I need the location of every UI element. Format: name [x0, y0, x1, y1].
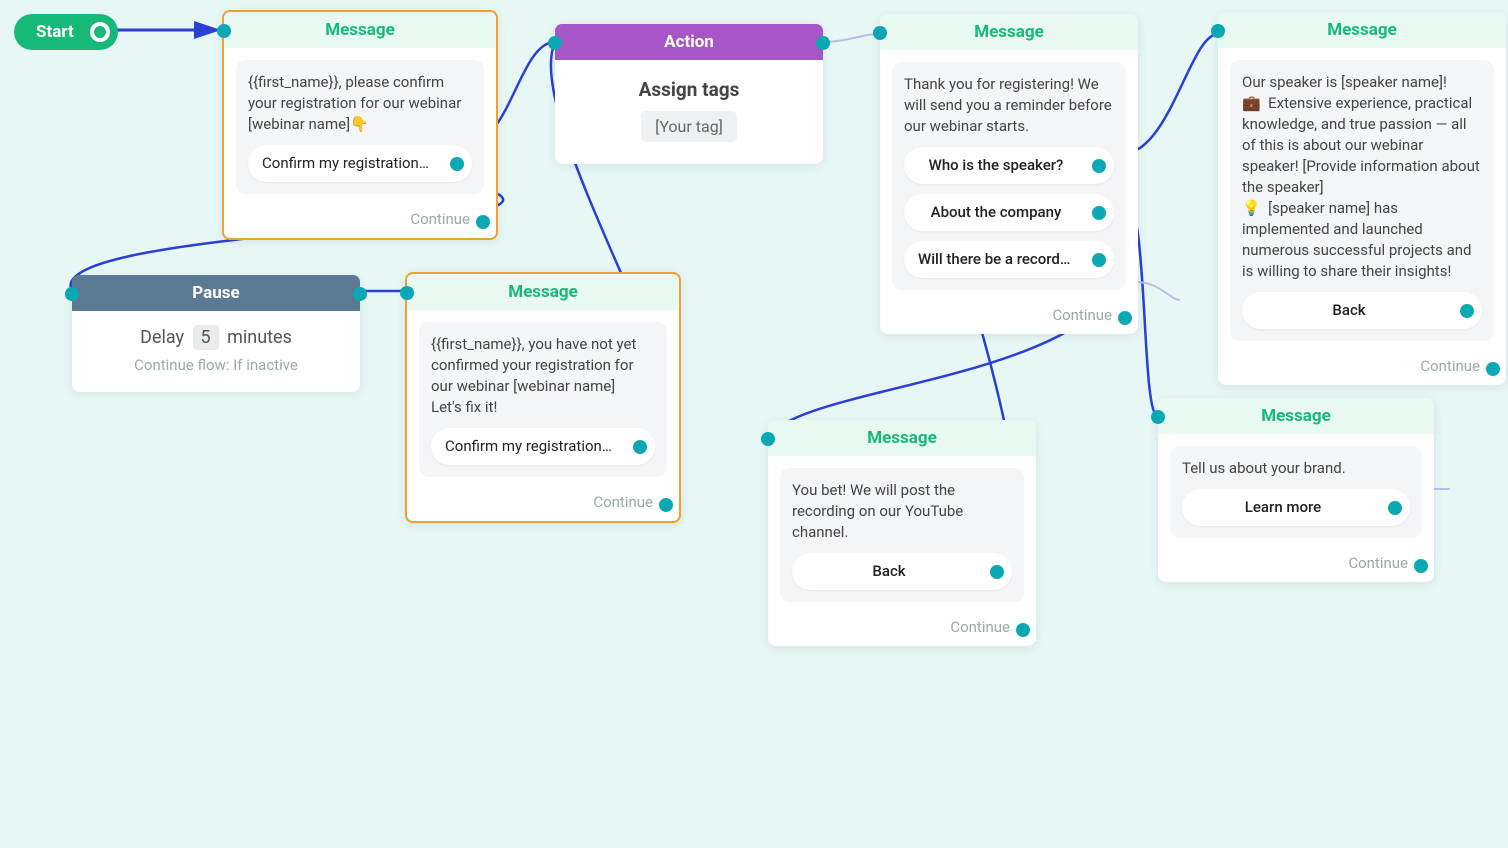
continue-label: Continue [1420, 357, 1480, 375]
pause-value: 5 [193, 325, 219, 350]
output-port[interactable] [476, 215, 490, 229]
continue-label: Continue [1348, 554, 1408, 572]
input-port[interactable] [761, 432, 775, 446]
button-label: Confirm my registration ... [262, 154, 434, 172]
node-header: Message [224, 12, 496, 48]
quick-reply-recording[interactable]: Will there be a recording? [904, 241, 1114, 278]
pause-condition: Continue flow: If inactive [84, 356, 348, 374]
continue-label: Continue [950, 618, 1010, 636]
start-node[interactable]: Start [14, 14, 118, 50]
button-label: About the company [931, 203, 1062, 221]
output-port[interactable] [1092, 253, 1106, 267]
message-text: {{first_name}}, please confirm your regi… [248, 72, 472, 135]
continue-label: Continue [593, 493, 653, 511]
flow-canvas[interactable]: { "start": { "label": "Start" }, "node1"… [0, 0, 1508, 848]
message-text: Our speaker is [speaker name]! 💼 Extensi… [1242, 72, 1482, 282]
message-bubble: You bet! We will post the recording on o… [780, 468, 1024, 602]
output-port[interactable] [1388, 501, 1402, 515]
message-text: {{first_name}}, you have not yet confirm… [431, 334, 655, 418]
quick-reply-confirm[interactable]: Confirm my registration ... [431, 428, 655, 465]
node-header: Message [407, 274, 679, 310]
quick-reply-company[interactable]: About the company [904, 194, 1114, 231]
action-title: Assign tags [567, 78, 811, 101]
message-bubble: {{first_name}}, you have not yet confirm… [419, 322, 667, 477]
message-node-thankyou[interactable]: Message Thank you for registering! We wi… [880, 14, 1138, 334]
button-label: Learn more [1245, 498, 1321, 516]
continue-link[interactable]: Continue [1218, 353, 1506, 385]
output-port[interactable] [633, 440, 647, 454]
continue-link[interactable]: Continue [880, 302, 1138, 334]
button-label: Back [1332, 301, 1365, 319]
output-port[interactable] [1486, 362, 1500, 376]
quick-reply-learn-more[interactable]: Learn more [1182, 489, 1410, 526]
message-node-reminder[interactable]: Message {{first_name}}, you have not yet… [405, 272, 681, 523]
start-label: Start [36, 22, 74, 42]
node-header: Message [1158, 398, 1434, 434]
output-port[interactable] [1414, 559, 1428, 573]
pause-delay-word: Delay [140, 327, 184, 348]
message-bubble: Tell us about your brand. Learn more [1170, 446, 1422, 538]
message-bubble: Our speaker is [speaker name]! 💼 Extensi… [1230, 60, 1494, 341]
input-port[interactable] [1211, 24, 1225, 38]
action-node-assign-tags[interactable]: Action Assign tags [Your tag] [555, 24, 823, 164]
output-port[interactable] [990, 565, 1004, 579]
input-port[interactable] [873, 26, 887, 40]
pause-delay: Delay 5 minutes [84, 325, 348, 350]
continue-label: Continue [410, 210, 470, 228]
output-port[interactable] [1118, 311, 1132, 325]
node-header: Action [555, 24, 823, 60]
node-header: Message [880, 14, 1138, 50]
button-label: Who is the speaker? [929, 156, 1064, 174]
action-tag: [Your tag] [641, 111, 737, 142]
message-node-confirm[interactable]: Message {{first_name}}, please confirm y… [222, 10, 498, 240]
start-output-port[interactable] [90, 22, 110, 42]
quick-reply-speaker[interactable]: Who is the speaker? [904, 147, 1114, 184]
output-port[interactable] [1092, 206, 1106, 220]
output-port[interactable] [1460, 304, 1474, 318]
message-text: You bet! We will post the recording on o… [792, 480, 1012, 543]
output-port[interactable] [659, 498, 673, 512]
continue-link[interactable]: Continue [224, 206, 496, 238]
button-label: Will there be a recording? [918, 250, 1088, 268]
message-text: Tell us about your brand. [1182, 458, 1410, 479]
pause-node[interactable]: Pause Delay 5 minutes Continue flow: If … [72, 275, 360, 392]
output-port[interactable] [1016, 623, 1030, 637]
node-header: Message [1218, 12, 1506, 48]
message-node-speaker[interactable]: Message Our speaker is [speaker name]! 💼… [1218, 12, 1506, 385]
input-port[interactable] [217, 24, 231, 38]
input-port[interactable] [400, 286, 414, 300]
input-port[interactable] [548, 36, 562, 50]
message-text: Thank you for registering! We will send … [904, 74, 1114, 137]
input-port[interactable] [65, 287, 79, 301]
continue-link[interactable]: Continue [768, 614, 1036, 646]
quick-reply-back[interactable]: Back [792, 553, 1012, 590]
message-node-brand[interactable]: Message Tell us about your brand. Learn … [1158, 398, 1434, 582]
node-header: Message [768, 420, 1036, 456]
quick-reply-button[interactable]: Confirm my registration ... [248, 145, 472, 182]
input-port[interactable] [1151, 410, 1165, 424]
button-label: Confirm my registration ... [445, 437, 617, 455]
output-port[interactable] [353, 287, 367, 301]
continue-label: Continue [1052, 306, 1112, 324]
output-port[interactable] [450, 157, 464, 171]
node-header: Pause [72, 275, 360, 311]
message-bubble: {{first_name}}, please confirm your regi… [236, 60, 484, 194]
message-node-recording[interactable]: Message You bet! We will post the record… [768, 420, 1036, 646]
button-label: Back [872, 562, 905, 580]
output-port[interactable] [1092, 159, 1106, 173]
message-bubble: Thank you for registering! We will send … [892, 62, 1126, 290]
quick-reply-back[interactable]: Back [1242, 292, 1482, 329]
output-port[interactable] [816, 36, 830, 50]
pause-unit: minutes [227, 327, 292, 348]
continue-link[interactable]: Continue [407, 489, 679, 521]
continue-link[interactable]: Continue [1158, 550, 1434, 582]
